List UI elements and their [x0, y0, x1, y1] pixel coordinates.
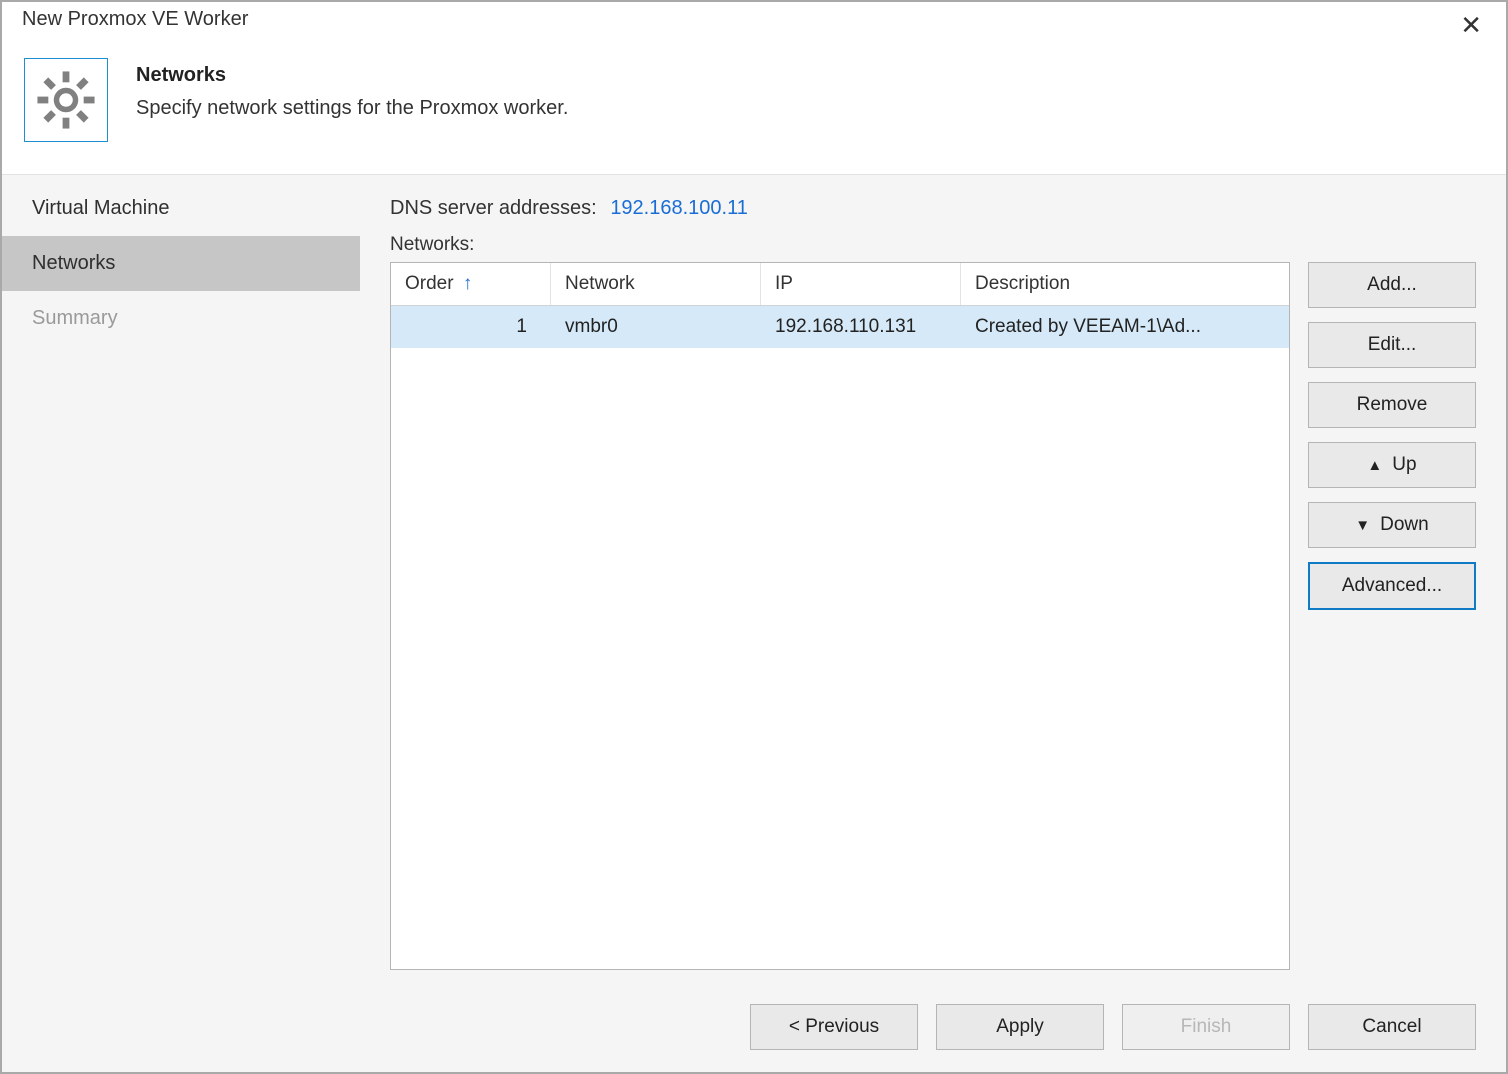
finish-button: Finish [1122, 1004, 1290, 1050]
title-bar: New Proxmox VE Worker ✕ [2, 2, 1506, 44]
apply-button[interactable]: Apply [936, 1004, 1104, 1050]
wizard-footer: < Previous Apply Finish Cancel [2, 982, 1506, 1072]
arrow-up-icon: ▲ [1367, 457, 1382, 474]
sidebar-item-summary[interactable]: Summary [2, 291, 360, 346]
close-icon[interactable]: ✕ [1450, 8, 1492, 42]
cell-order: 1 [391, 306, 551, 348]
table-header: Order ↑ Network IP Description [391, 263, 1289, 306]
remove-button[interactable]: Remove [1308, 382, 1476, 428]
col-order[interactable]: Order ↑ [391, 263, 551, 305]
col-network[interactable]: Network [551, 263, 761, 305]
gear-icon [24, 58, 108, 142]
window-title: New Proxmox VE Worker [22, 8, 248, 31]
sidebar-item-label: Summary [32, 307, 118, 329]
col-ip[interactable]: IP [761, 263, 961, 305]
col-description[interactable]: Description [961, 263, 1289, 305]
wizard-body: Virtual Machine Networks Summary DNS ser… [2, 174, 1506, 982]
wizard-header: Networks Specify network settings for th… [2, 44, 1506, 174]
wizard-window: New Proxmox VE Worker ✕ [0, 0, 1508, 1074]
move-down-button[interactable]: ▼ Down [1308, 502, 1476, 548]
sidebar-item-label: Networks [32, 252, 115, 274]
sort-asc-icon: ↑ [463, 273, 473, 294]
sidebar-item-virtual-machine[interactable]: Virtual Machine [2, 181, 360, 236]
wizard-steps-sidebar: Virtual Machine Networks Summary [2, 175, 360, 982]
cell-ip: 192.168.110.131 [761, 306, 961, 348]
side-button-column: Add... Edit... Remove ▲ Up ▼ Down Advanc… [1308, 262, 1476, 970]
advanced-button[interactable]: Advanced... [1308, 562, 1476, 610]
sidebar-item-networks[interactable]: Networks [2, 236, 360, 291]
add-button[interactable]: Add... [1308, 262, 1476, 308]
page-subtitle: Specify network settings for the Proxmox… [136, 97, 568, 120]
cell-description: Created by VEEAM-1\Ad... [961, 306, 1289, 348]
networks-table[interactable]: Order ↑ Network IP Description 1 vmbr0 1… [390, 262, 1290, 970]
cell-network: vmbr0 [551, 306, 761, 348]
dns-label: DNS server addresses: [390, 197, 597, 219]
page-title: Networks [136, 64, 568, 87]
dns-value[interactable]: 192.168.100.11 [610, 197, 748, 219]
dns-line: DNS server addresses: 192.168.100.11 [390, 197, 1476, 220]
wizard-main-panel: DNS server addresses: 192.168.100.11 Net… [360, 175, 1506, 982]
move-down-label: Down [1380, 514, 1429, 536]
edit-button[interactable]: Edit... [1308, 322, 1476, 368]
table-row[interactable]: 1 vmbr0 192.168.110.131 Created by VEEAM… [391, 306, 1289, 348]
move-up-button[interactable]: ▲ Up [1308, 442, 1476, 488]
table-body: 1 vmbr0 192.168.110.131 Created by VEEAM… [391, 306, 1289, 969]
cancel-button[interactable]: Cancel [1308, 1004, 1476, 1050]
arrow-down-icon: ▼ [1355, 517, 1370, 534]
move-up-label: Up [1392, 454, 1416, 476]
previous-button[interactable]: < Previous [750, 1004, 918, 1050]
sidebar-item-label: Virtual Machine [32, 197, 169, 219]
networks-label: Networks: [390, 234, 1476, 256]
